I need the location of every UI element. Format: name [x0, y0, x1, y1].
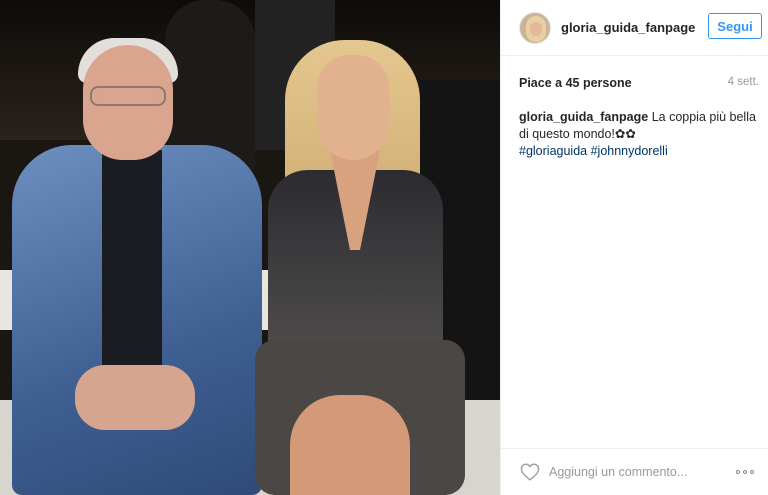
post-caption: gloria_guida_fanpage La coppia più bella… — [519, 109, 757, 160]
man-hands — [75, 365, 195, 430]
caption-author-link[interactable]: gloria_guida_fanpage — [519, 110, 648, 124]
woman-face — [317, 55, 389, 160]
dot — [750, 470, 754, 474]
dot — [736, 470, 740, 474]
heart-icon[interactable] — [519, 462, 541, 482]
dot — [743, 470, 747, 474]
username-link[interactable]: gloria_guida_fanpage — [561, 20, 695, 35]
post-time[interactable]: 4 sett. — [728, 76, 759, 90]
follow-button[interactable]: Segui — [708, 13, 762, 39]
comment-input[interactable] — [549, 460, 732, 484]
hashtag-link[interactable]: #gloriaguida — [519, 144, 587, 158]
post-sidebar: gloria_guida_fanpage Segui Piace a 45 pe… — [501, 0, 768, 495]
ellipsis-icon[interactable] — [732, 462, 758, 482]
avatar[interactable] — [519, 11, 551, 44]
man-glasses — [90, 86, 166, 106]
post-header: gloria_guida_fanpage Segui — [501, 0, 768, 56]
man-shirt — [102, 150, 162, 380]
likes-count[interactable]: Piace a 45 persone — [519, 76, 632, 90]
woman-legs — [290, 395, 410, 495]
post-meta: Piace a 45 persone 4 sett. — [519, 76, 759, 90]
post-footer — [501, 448, 768, 495]
hashtag-link[interactable]: #johnnydorelli — [591, 144, 668, 158]
post-photo[interactable] — [0, 0, 500, 495]
